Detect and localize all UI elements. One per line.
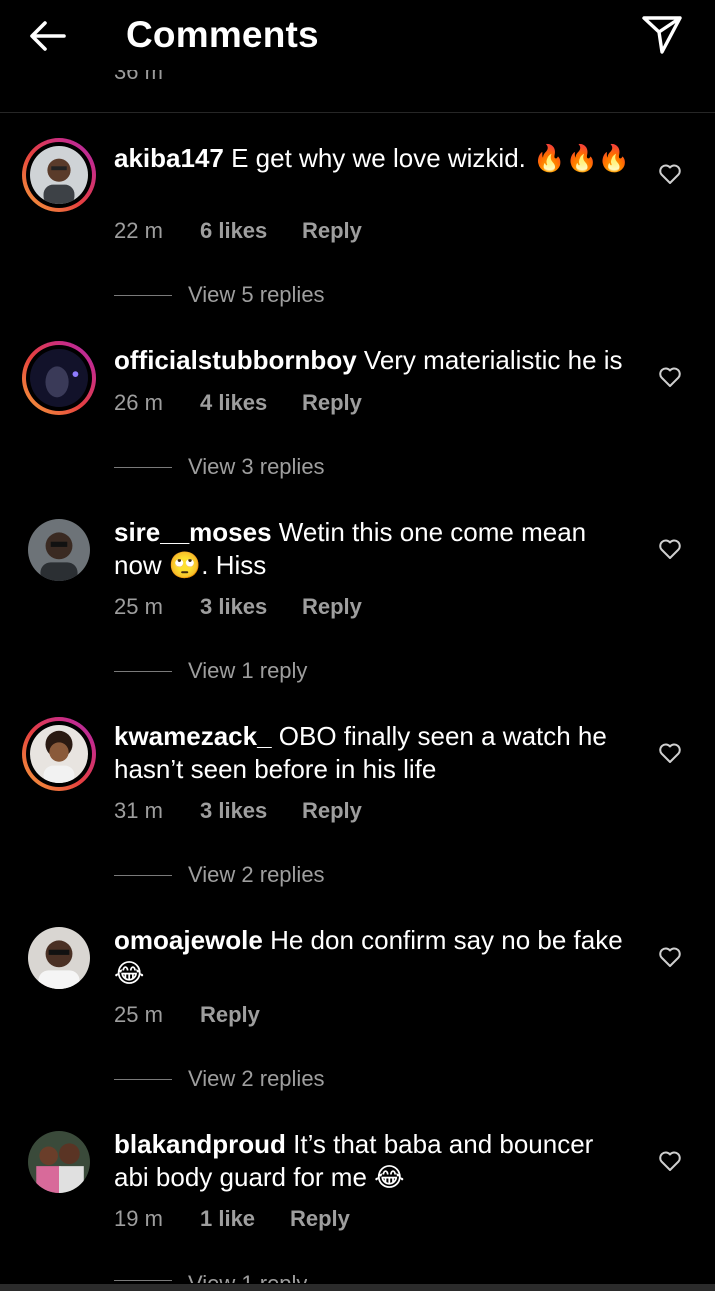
comment-body: E get why we love wizkid. 🔥🔥🔥 [231, 143, 631, 173]
comment-username[interactable]: akiba147 [114, 143, 224, 173]
view-replies-label: View 2 replies [188, 1066, 325, 1091]
view-replies-label: View 1 reply [188, 1271, 307, 1283]
comment-time: 19 m [114, 1206, 163, 1231]
view-replies-label: View 2 replies [188, 862, 325, 887]
replies-divider [114, 466, 172, 468]
comment-time: 31 m [114, 798, 163, 823]
comment-meta: 25 m 3 likes Reply [114, 594, 362, 620]
bottom-bar [0, 1284, 715, 1291]
previous-comment-time: 36 m [114, 70, 163, 84]
heart-icon[interactable] [658, 538, 682, 560]
arrow-left-icon[interactable] [26, 14, 70, 58]
comment-meta: 22 m 6 likes Reply [114, 218, 362, 244]
comment-username[interactable]: officialstubbornboy [114, 345, 357, 375]
avatar[interactable] [22, 513, 96, 587]
comment-body: Very materialistic he is [363, 345, 623, 375]
comment-likes[interactable]: 6 likes [200, 218, 302, 244]
comment-text: officialstubbornboy Very materialistic h… [114, 344, 634, 377]
comment-time: 25 m [114, 594, 163, 619]
comment-username[interactable]: sire__moses [114, 517, 272, 547]
view-replies-label: View 3 replies [188, 454, 325, 479]
replies-divider [114, 1280, 172, 1281]
comment-username[interactable]: kwamezack_ [114, 721, 272, 751]
comment-likes[interactable]: 1 like [200, 1206, 290, 1232]
send-direct-icon[interactable] [639, 12, 685, 58]
view-replies-label: View 5 replies [188, 282, 325, 307]
comment-likes[interactable]: 3 likes [200, 594, 302, 620]
comment-username[interactable]: blakandproud [114, 1129, 286, 1159]
comment-meta: 19 m 1 like Reply [114, 1206, 350, 1232]
page-title: Comments [126, 14, 319, 55]
heart-icon[interactable] [658, 1150, 682, 1172]
comment-text: omoajewole He don confirm say no be fake… [114, 924, 634, 990]
comment-meta: 31 m 3 likes Reply [114, 798, 362, 824]
avatar[interactable] [22, 1125, 96, 1199]
comment-meta: 25 m Reply [114, 1002, 260, 1028]
comment-text: sire__moses Wetin this one come mean now… [114, 516, 634, 582]
avatar[interactable] [22, 717, 96, 791]
comment-time: 25 m [114, 1002, 163, 1027]
view-replies-button[interactable]: View 2 replies [114, 862, 325, 888]
view-replies-button[interactable]: View 3 replies [114, 454, 325, 480]
comment-time: 26 m [114, 390, 163, 415]
heart-icon[interactable] [658, 946, 682, 968]
header-divider [0, 112, 715, 113]
comment-meta: 26 m 4 likes Reply [114, 390, 362, 416]
reply-button[interactable]: Reply [200, 1002, 260, 1028]
heart-icon[interactable] [658, 742, 682, 764]
reply-button[interactable]: Reply [290, 1206, 350, 1232]
avatar[interactable] [22, 341, 96, 415]
replies-divider [114, 1078, 172, 1080]
reply-button[interactable]: Reply [302, 594, 362, 620]
replies-divider [114, 874, 172, 876]
view-replies-button[interactable]: View 2 replies [114, 1066, 325, 1092]
comment-time: 22 m [114, 218, 163, 243]
avatar[interactable] [22, 921, 96, 995]
heart-icon[interactable] [658, 366, 682, 388]
replies-divider [114, 294, 172, 296]
comment-text: akiba147 E get why we love wizkid. 🔥🔥🔥 [114, 142, 634, 175]
heart-icon[interactable] [658, 163, 682, 185]
comment-text: kwamezack_ OBO finally seen a watch he h… [114, 720, 634, 786]
comment-likes[interactable]: 3 likes [200, 798, 302, 824]
view-replies-button[interactable]: View 1 reply [114, 658, 307, 684]
view-replies-button[interactable]: View 1 reply [114, 1271, 307, 1283]
comment-text: blakandproud It’s that baba and bouncer … [114, 1128, 634, 1194]
comment-username[interactable]: omoajewole [114, 925, 263, 955]
reply-button[interactable]: Reply [302, 798, 362, 824]
comment-likes[interactable]: 4 likes [200, 390, 302, 416]
view-replies-button[interactable]: View 5 replies [114, 282, 325, 308]
reply-button[interactable]: Reply [302, 218, 362, 244]
replies-divider [114, 670, 172, 672]
avatar[interactable] [22, 138, 96, 212]
view-replies-label: View 1 reply [188, 658, 308, 683]
top-bar: Comments 36 m [0, 0, 715, 112]
reply-button[interactable]: Reply [302, 390, 362, 416]
